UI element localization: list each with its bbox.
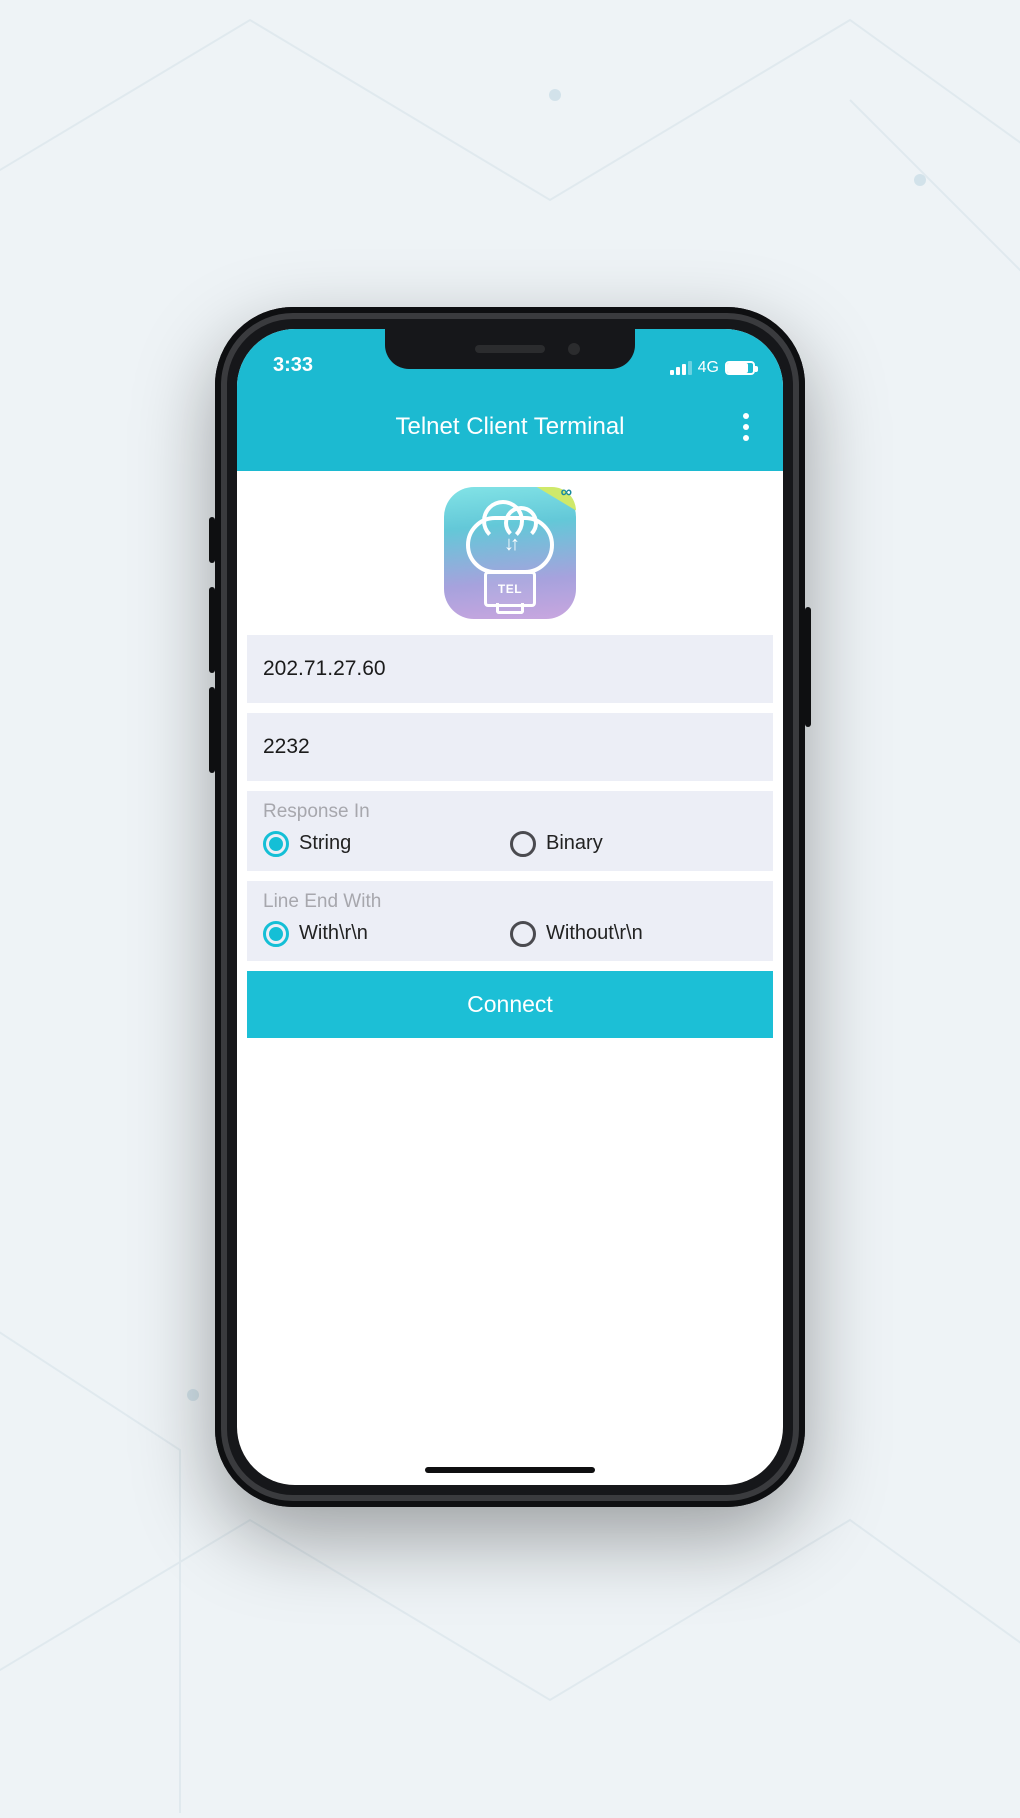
line-end-group: Line End With With\r\n Without\r\n [247, 881, 773, 961]
status-time: 3:33 [273, 354, 313, 377]
more-menu-button[interactable] [731, 407, 761, 447]
radio-selected-icon [263, 831, 289, 857]
host-input[interactable] [247, 635, 773, 703]
phone-screen: 3:33 4G Telnet Client Terminal ↓↑ [237, 329, 783, 1485]
response-in-string-radio[interactable]: String [263, 831, 510, 857]
up-down-arrows-icon: ↓↑ [504, 533, 516, 556]
radio-selected-icon [263, 921, 289, 947]
port-input[interactable] [247, 713, 773, 781]
battery-icon [725, 361, 755, 375]
line-end-with-radio[interactable]: With\r\n [263, 921, 510, 947]
response-in-group: Response In String Binary [247, 791, 773, 871]
signal-icon [670, 361, 692, 375]
line-end-without-radio[interactable]: Without\r\n [510, 921, 757, 947]
infinity-badge-icon [536, 487, 576, 511]
line-end-label: Line End With [263, 891, 757, 913]
side-button [209, 587, 215, 673]
radio-label: String [299, 832, 351, 855]
home-indicator[interactable] [425, 1467, 595, 1473]
radio-unselected-icon [510, 921, 536, 947]
radio-label: With\r\n [299, 922, 368, 945]
speaker-grill [475, 345, 545, 353]
radio-unselected-icon [510, 831, 536, 857]
page-title: Telnet Client Terminal [396, 413, 625, 441]
side-button [209, 517, 215, 563]
response-in-binary-radio[interactable]: Binary [510, 831, 757, 857]
front-camera [568, 343, 580, 355]
network-label: 4G [698, 359, 719, 377]
monitor-icon: TEL [484, 571, 536, 607]
radio-label: Without\r\n [546, 922, 643, 945]
monitor-label: TEL [498, 582, 522, 596]
side-button [805, 607, 811, 727]
side-button [209, 687, 215, 773]
app-logo-icon: ↓↑ TEL [444, 487, 576, 619]
phone-device-frame: 3:33 4G Telnet Client Terminal ↓↑ [215, 307, 805, 1507]
radio-label: Binary [546, 832, 603, 855]
response-in-label: Response In [263, 801, 757, 823]
connect-button[interactable]: Connect [247, 971, 773, 1038]
phone-notch [385, 329, 635, 369]
cloud-icon: ↓↑ [466, 516, 554, 574]
